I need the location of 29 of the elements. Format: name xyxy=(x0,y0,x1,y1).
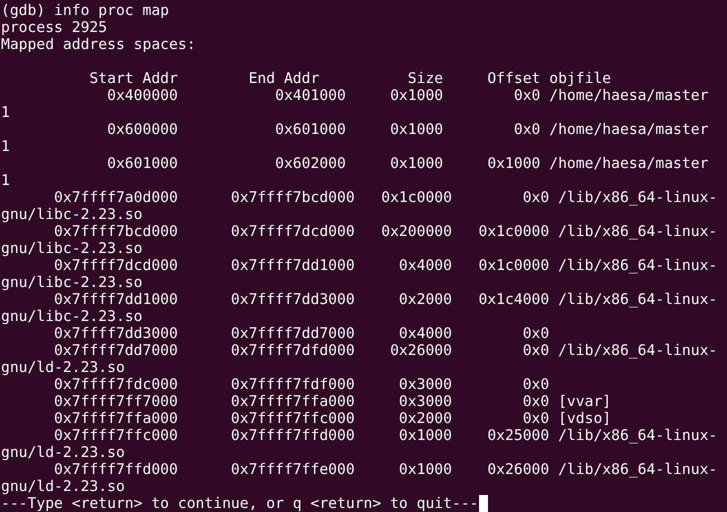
terminal-line: 0x7ffff7a0d000 0x7ffff7bcd000 0x1c0000 0x0 /lib/x86_64-linux- xyxy=(53,189,718,206)
terminal-line: 0x7ffff7dd1000 0x7ffff7dd3000 0x2000 0x1c4000 /lib/x86_64-linux- xyxy=(53,291,718,308)
terminal-line: process 2925 xyxy=(1,19,108,36)
terminal-line: 1 xyxy=(1,172,10,189)
terminal-line: 0x400000 0x401000 0x1000 0x0 /home/haesa/master xyxy=(106,87,708,104)
terminal-line: 1 xyxy=(1,138,10,155)
terminal-line: 0x600000 0x601000 0x1000 0x0 /home/haesa/master xyxy=(106,121,708,138)
terminal-line: gnu/libc-2.23.so xyxy=(1,274,142,291)
terminal-line: gnu/ld-2.23.so xyxy=(1,359,125,376)
terminal-line: gnu/ld-2.23.so xyxy=(1,444,125,461)
terminal-line: 0x7ffff7ffc000 0x7ffff7ffd000 0x1000 0x25000 /lib/x86_64-linux- xyxy=(53,427,718,444)
terminal-line: (gdb) info proc map xyxy=(1,2,170,19)
terminal-line: 0x7ffff7ffa000 0x7ffff7ffc000 0x2000 0x0 [vdso] xyxy=(53,410,612,427)
terminal-line: 0x7ffff7fdc000 0x7ffff7fdf000 0x3000 0x0 xyxy=(53,376,550,393)
terminal-line: 1 xyxy=(1,104,10,121)
terminal-line: 0x7ffff7dd7000 0x7ffff7dfd000 0x26000 0x0 /lib/x86_64-linux- xyxy=(53,342,718,359)
terminal-line: 0x7ffff7dcd000 0x7ffff7dd1000 0x4000 0x1c0000 /lib/x86_64-linux- xyxy=(53,257,718,274)
terminal-line: 0x601000 0x602000 0x1000 0x1000 /home/haesa/master xyxy=(106,155,708,172)
terminal-line: Start Addr End Addr Size Offset objfile xyxy=(88,70,612,87)
terminal-line: 0x7ffff7ffd000 0x7ffff7ffe000 0x1000 0x26000 /lib/x86_64-linux- xyxy=(53,461,718,478)
terminal-line: gnu/libc-2.23.so xyxy=(1,240,142,257)
terminal-line: gnu/libc-2.23.so xyxy=(1,308,142,325)
terminal-line: 0x7ffff7ff7000 0x7ffff7ffa000 0x3000 0x0 [vvar] xyxy=(53,393,612,410)
terminal-line: Mapped address spaces: xyxy=(1,36,196,53)
terminal-line: 0x7ffff7bcd000 0x7ffff7dcd000 0x200000 0x1c0000 /lib/x86_64-linux- xyxy=(53,223,718,240)
terminal-line: gnu/libc-2.23.so xyxy=(1,206,142,223)
pager-prompt: ---Type <return> to continue, or q <return> to quit--- xyxy=(1,495,479,512)
terminal-line: gnu/ld-2.23.so xyxy=(1,478,125,495)
terminal-line: 0x7ffff7dd3000 0x7ffff7dd7000 0x4000 0x0 xyxy=(53,325,550,342)
